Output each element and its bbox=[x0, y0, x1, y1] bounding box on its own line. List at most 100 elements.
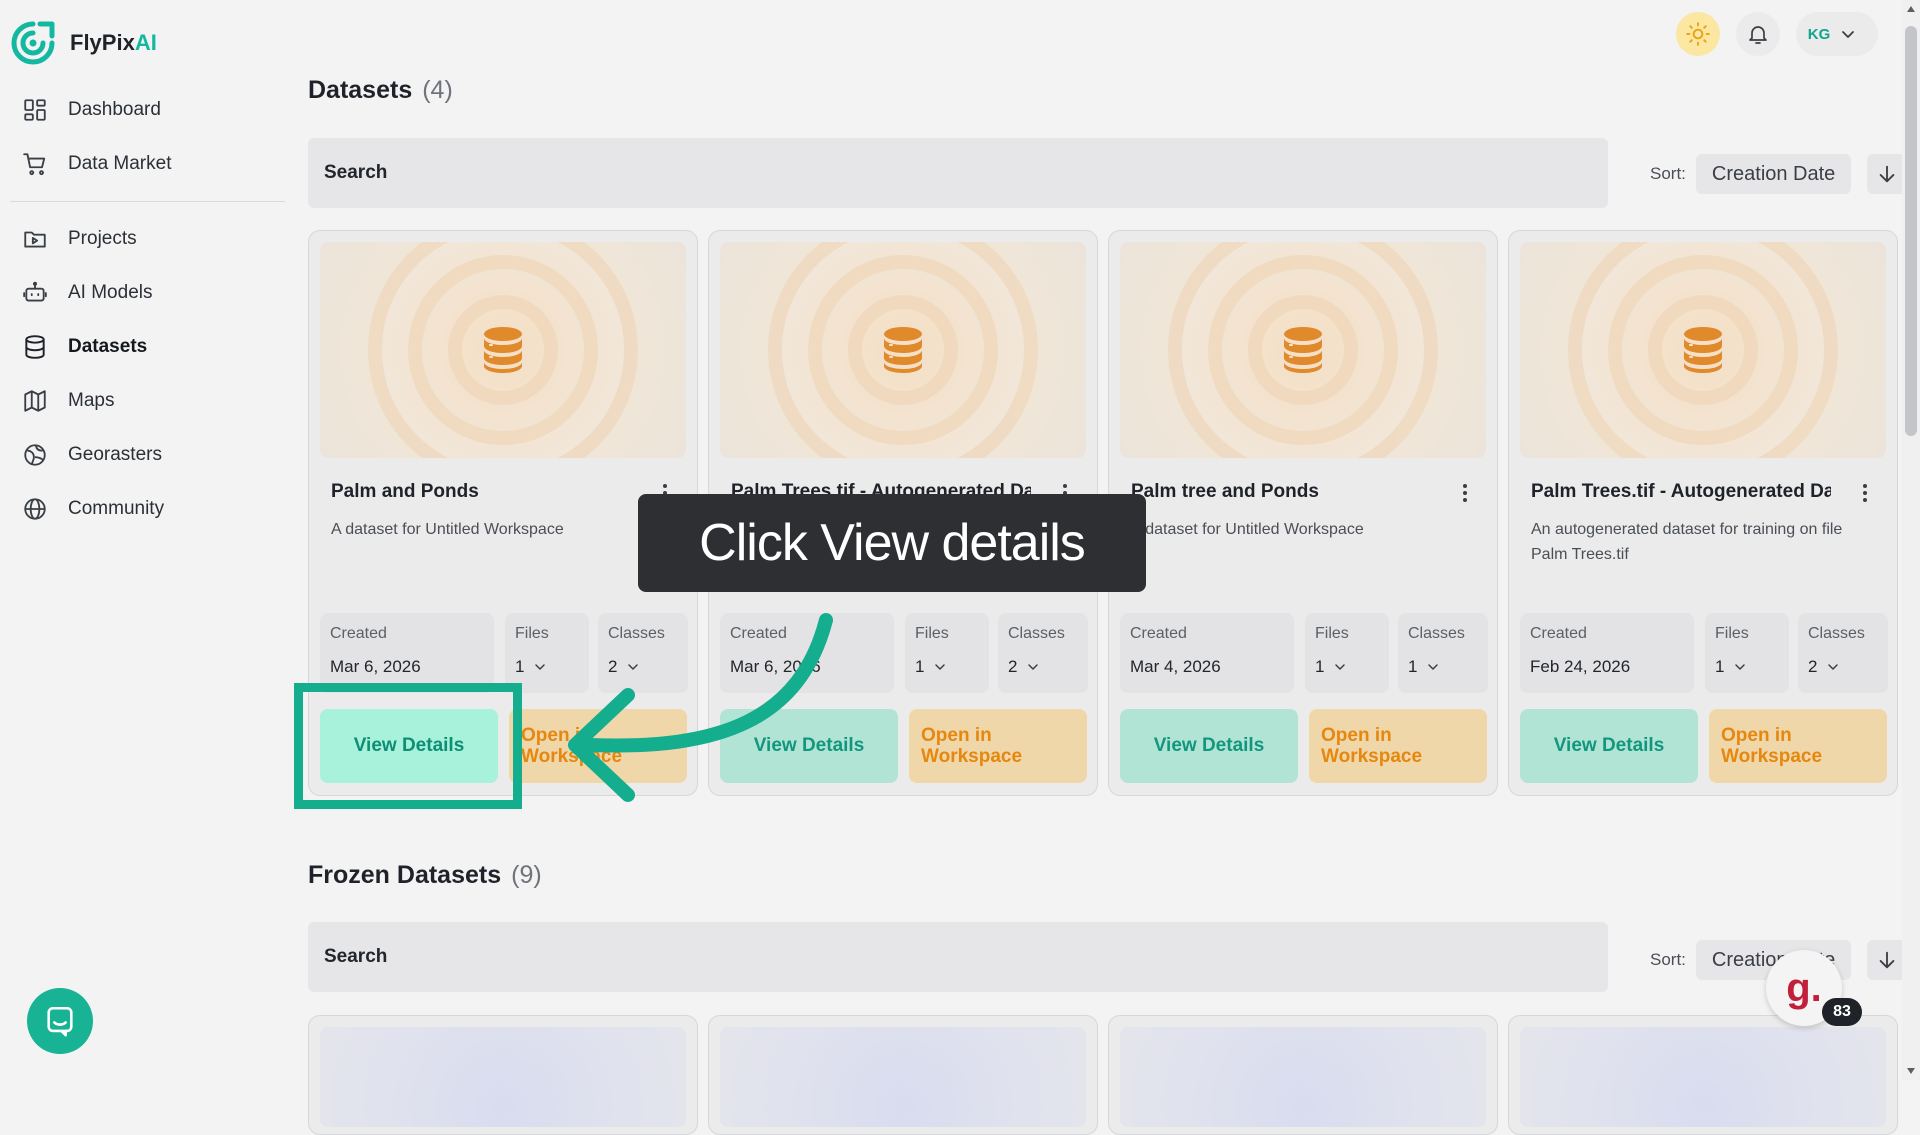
stat-value: Mar 6, 2026 bbox=[730, 657, 821, 676]
card-thumbnail bbox=[320, 242, 686, 458]
frozen-search-input[interactable]: Search bbox=[308, 922, 1608, 992]
sort-label: Sort: bbox=[1650, 950, 1686, 969]
chevron-down-icon[interactable] bbox=[934, 661, 946, 673]
scroll-up-icon[interactable] bbox=[1906, 4, 1916, 14]
stat-value: 2 bbox=[608, 657, 618, 676]
files-stat[interactable]: Files 1 bbox=[505, 613, 589, 693]
stat-label: Classes bbox=[1408, 625, 1465, 642]
stat-label: Created bbox=[1530, 625, 1587, 642]
classes-stat[interactable]: Classes 2 bbox=[998, 613, 1088, 693]
sort-select[interactable]: Creation Date bbox=[1695, 154, 1852, 194]
sort-label: Sort: bbox=[1650, 164, 1686, 183]
scrollbar[interactable] bbox=[1902, 0, 1920, 1080]
stat-label: Classes bbox=[1008, 625, 1065, 642]
sidebar: FlyPixAI Dashboard Data Market Projects … bbox=[0, 0, 300, 1080]
sidebar-item-maps[interactable]: Maps bbox=[10, 374, 285, 428]
sidebar-item-community[interactable]: Community bbox=[10, 482, 285, 536]
map-icon bbox=[24, 390, 46, 412]
created-stat: Created Mar 6, 2026 bbox=[320, 613, 494, 693]
classes-stat[interactable]: Classes 2 bbox=[1798, 613, 1888, 693]
nav-primary: Dashboard Data Market Projects AI Models… bbox=[10, 83, 285, 536]
kebab-dot-icon bbox=[1463, 491, 1467, 495]
card-thumbnail bbox=[1120, 242, 1486, 458]
view-details-button[interactable]: View Details bbox=[1520, 709, 1698, 783]
tutorial-tooltip: Click View details bbox=[638, 494, 1146, 592]
sidebar-item-data-market[interactable]: Data Market bbox=[10, 137, 285, 191]
sort-control: Sort: Creation Date bbox=[1650, 154, 1908, 194]
kebab-dot-icon bbox=[1863, 498, 1867, 502]
stat-value: Feb 24, 2026 bbox=[1530, 657, 1631, 676]
view-details-button[interactable]: View Details bbox=[1120, 709, 1298, 783]
database-icon bbox=[484, 327, 522, 373]
stat-value: 1 bbox=[515, 657, 525, 676]
page-title: Datasets (4) bbox=[308, 76, 453, 104]
sidebar-item-label: AI Models bbox=[68, 282, 153, 303]
chat-widget-button[interactable] bbox=[27, 988, 93, 1054]
open-label-line2: Workspace bbox=[1321, 746, 1423, 767]
user-menu-button[interactable]: KG bbox=[1796, 12, 1878, 56]
flypix-logo-icon bbox=[11, 21, 55, 65]
open-in-workspace-button[interactable]: Open in Workspace bbox=[1709, 709, 1887, 783]
chevron-down-icon[interactable] bbox=[1334, 661, 1346, 673]
open-in-workspace-button[interactable]: Open in Workspace bbox=[909, 709, 1087, 783]
chevron-down-icon[interactable] bbox=[1027, 661, 1039, 673]
stat-label: Files bbox=[1715, 625, 1749, 642]
open-in-workspace-button[interactable]: Open in Workspace bbox=[509, 709, 687, 783]
open-label-line2: Workspace bbox=[1721, 746, 1823, 767]
sidebar-item-georasters[interactable]: Georasters bbox=[10, 428, 285, 482]
chevron-down-icon[interactable] bbox=[1827, 661, 1839, 673]
dataset-card[interactable]: Palm tree and Ponds A dataset for Untitle… bbox=[1108, 230, 1498, 796]
frozen-dataset-card[interactable] bbox=[1508, 1015, 1898, 1135]
theme-toggle-button[interactable] bbox=[1676, 12, 1720, 56]
card-thumbnail bbox=[1520, 242, 1886, 458]
robot-icon bbox=[23, 281, 47, 302]
arrow-down-icon bbox=[1879, 165, 1895, 183]
logo[interactable]: FlyPixAI bbox=[10, 20, 157, 66]
card-menu-button[interactable] bbox=[1455, 481, 1475, 505]
files-stat[interactable]: Files 1 bbox=[1305, 613, 1389, 693]
classes-stat[interactable]: Classes 2 bbox=[598, 613, 688, 693]
chevron-down-icon[interactable] bbox=[1427, 661, 1439, 673]
notifications-button[interactable] bbox=[1736, 12, 1780, 56]
frozen-dataset-card[interactable] bbox=[308, 1015, 698, 1135]
open-in-workspace-button[interactable]: Open in Workspace bbox=[1309, 709, 1487, 783]
folder-icon bbox=[24, 231, 46, 248]
sidebar-item-dashboard[interactable]: Dashboard bbox=[10, 83, 285, 137]
card-menu-button[interactable] bbox=[1855, 481, 1875, 505]
card-description: A dataset for Untitled Workspace bbox=[1131, 521, 1364, 538]
created-stat: Created Mar 6, 2026 bbox=[720, 613, 894, 693]
frozen-dataset-card[interactable] bbox=[708, 1015, 1098, 1135]
chevron-down-icon[interactable] bbox=[627, 661, 639, 673]
frozen-dataset-card[interactable] bbox=[1108, 1015, 1498, 1135]
stat-label: Classes bbox=[608, 625, 665, 642]
stat-label: Created bbox=[1130, 625, 1187, 642]
view-details-button-highlighted[interactable]: View Details bbox=[320, 709, 498, 783]
globe-icon bbox=[24, 498, 46, 520]
open-label-line1: Open in bbox=[1321, 725, 1392, 746]
stat-label: Files bbox=[1315, 625, 1349, 642]
card-thumbnail bbox=[320, 1027, 686, 1127]
dashboard-icon bbox=[24, 99, 46, 121]
created-stat: Created Mar 4, 2026 bbox=[1120, 613, 1294, 693]
card-title: Palm tree and Ponds bbox=[1131, 481, 1319, 502]
open-label-line2: Workspace bbox=[921, 746, 1023, 767]
dataset-card[interactable]: Palm Trees.tif - Autogenerated Dataset An… bbox=[1508, 230, 1898, 796]
sidebar-item-projects[interactable]: Projects bbox=[10, 212, 285, 266]
open-label-line1: Open in bbox=[921, 725, 992, 746]
sidebar-item-ai-models[interactable]: AI Models bbox=[10, 266, 285, 320]
scrollbar-thumb[interactable] bbox=[1905, 26, 1917, 436]
classes-stat[interactable]: Classes 1 bbox=[1398, 613, 1488, 693]
frozen-section-title: Frozen Datasets (9) bbox=[308, 861, 542, 889]
search-input[interactable]: Search bbox=[308, 138, 1608, 208]
files-stat[interactable]: Files 1 bbox=[1705, 613, 1789, 693]
card-title: Palm Trees.tif - Autogenerated Dataset bbox=[1531, 481, 1831, 502]
sidebar-item-datasets[interactable]: Datasets bbox=[10, 320, 285, 374]
files-stat[interactable]: Files 1 bbox=[905, 613, 989, 693]
scroll-down-icon[interactable] bbox=[1906, 1066, 1916, 1076]
card-description: A dataset for Untitled Workspace bbox=[331, 521, 564, 538]
chevron-down-icon[interactable] bbox=[534, 661, 546, 673]
grammarly-count-badge: 83 bbox=[1822, 998, 1862, 1026]
sidebar-item-label: Maps bbox=[68, 390, 115, 411]
chevron-down-icon[interactable] bbox=[1734, 661, 1746, 673]
view-details-button[interactable]: View Details bbox=[720, 709, 898, 783]
